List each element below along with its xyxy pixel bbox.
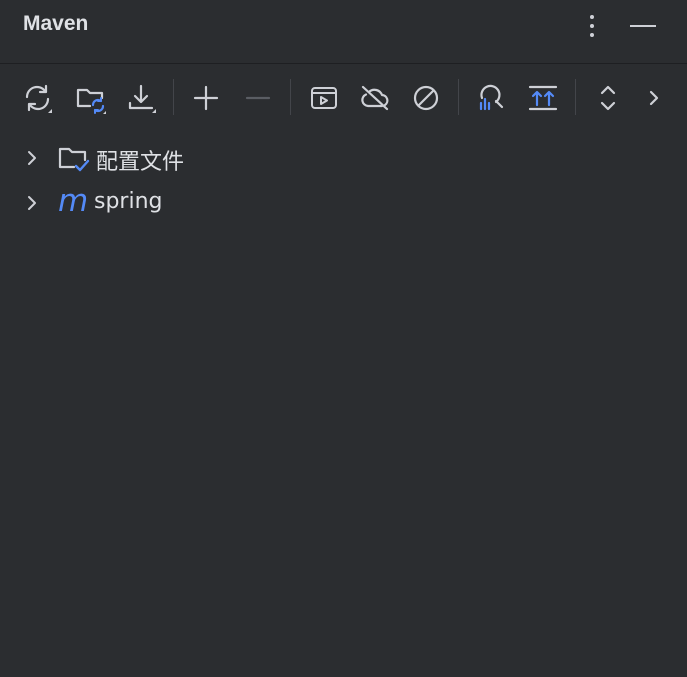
analyze-icon <box>479 84 504 111</box>
chevron-right-icon[interactable] <box>22 193 42 213</box>
minus-icon <box>245 96 271 100</box>
minimize-button[interactable] <box>628 11 658 41</box>
panel-header: Maven <box>0 0 687 64</box>
vertical-ellipsis-icon <box>590 15 594 37</box>
tree-item-profiles[interactable]: 配置文件 <box>0 136 687 180</box>
toolbar-separator <box>458 79 459 115</box>
generate-sources-button[interactable] <box>73 80 109 116</box>
maven-module-icon: m <box>58 183 89 219</box>
tree-item-label: 配置文件 <box>96 150 185 175</box>
execute-maven-goal-button[interactable] <box>306 80 342 116</box>
maven-toolbar <box>0 65 687 129</box>
tree-item-label: spring <box>94 189 163 214</box>
download-icon <box>128 84 156 113</box>
reload-all-projects-button[interactable] <box>20 80 56 116</box>
more-options-button[interactable] <box>577 11 607 41</box>
refresh-icon <box>25 84 52 113</box>
profiles-folder-icon <box>58 147 90 172</box>
folder-refresh-icon <box>76 88 106 114</box>
plus-icon <box>193 85 219 111</box>
chevron-right-icon[interactable] <box>22 148 42 168</box>
remove-project-button[interactable] <box>240 80 276 116</box>
run-goal-icon <box>311 87 337 109</box>
no-entry-icon <box>413 85 439 111</box>
cloud-off-icon <box>361 85 389 111</box>
dependencies-icon <box>528 85 558 111</box>
expand-collapse-button[interactable] <box>590 80 626 116</box>
panel-title: Maven <box>23 12 89 35</box>
toggle-offline-mode-button[interactable] <box>357 80 393 116</box>
skip-tests-button[interactable] <box>408 80 444 116</box>
download-sources-button[interactable] <box>124 80 160 116</box>
show-dependencies-button[interactable] <box>525 80 561 116</box>
toolbar-separator <box>575 79 576 115</box>
more-actions-button[interactable] <box>636 80 672 116</box>
add-maven-project-button[interactable] <box>188 80 224 116</box>
chevron-right-icon <box>649 90 659 106</box>
expand-collapse-icon <box>600 85 616 111</box>
analyze-dependencies-button[interactable] <box>473 80 509 116</box>
tree-item-spring[interactable]: m spring <box>0 181 687 225</box>
minimize-icon <box>630 25 656 27</box>
toolbar-separator <box>173 79 174 115</box>
toolbar-separator <box>290 79 291 115</box>
